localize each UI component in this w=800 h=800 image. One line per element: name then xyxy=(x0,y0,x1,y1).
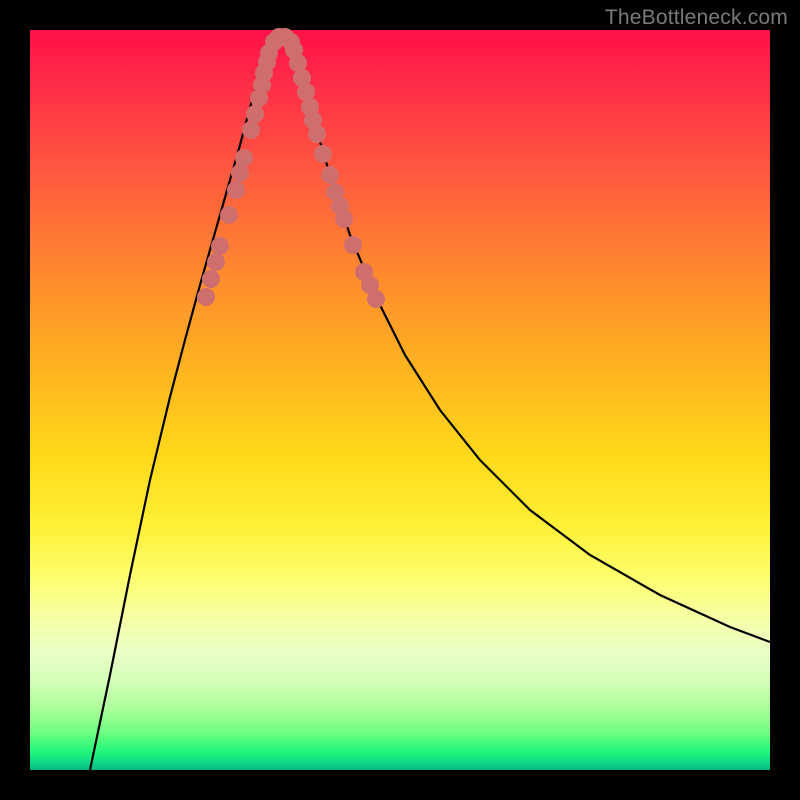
sample-dot xyxy=(242,121,260,139)
sample-dots xyxy=(197,28,385,308)
sample-dot xyxy=(246,105,264,123)
chart-frame: TheBottleneck.com xyxy=(0,0,800,800)
plot-area xyxy=(30,30,770,770)
left-curve xyxy=(90,37,280,770)
right-curve xyxy=(285,37,770,642)
sample-dot xyxy=(335,210,353,228)
sample-dot xyxy=(197,288,215,306)
sample-dot xyxy=(227,181,245,199)
sample-dot xyxy=(202,270,220,288)
sample-dot xyxy=(207,253,225,271)
sample-dot xyxy=(235,149,253,167)
sample-dot xyxy=(321,166,339,184)
watermark-text: TheBottleneck.com xyxy=(605,6,788,30)
sample-dot xyxy=(344,236,362,254)
sample-dot xyxy=(211,237,229,255)
sample-dot xyxy=(367,290,385,308)
curve-layer xyxy=(30,30,770,770)
sample-dot xyxy=(314,145,332,163)
sample-dot xyxy=(308,125,326,143)
sample-dot xyxy=(220,206,238,224)
